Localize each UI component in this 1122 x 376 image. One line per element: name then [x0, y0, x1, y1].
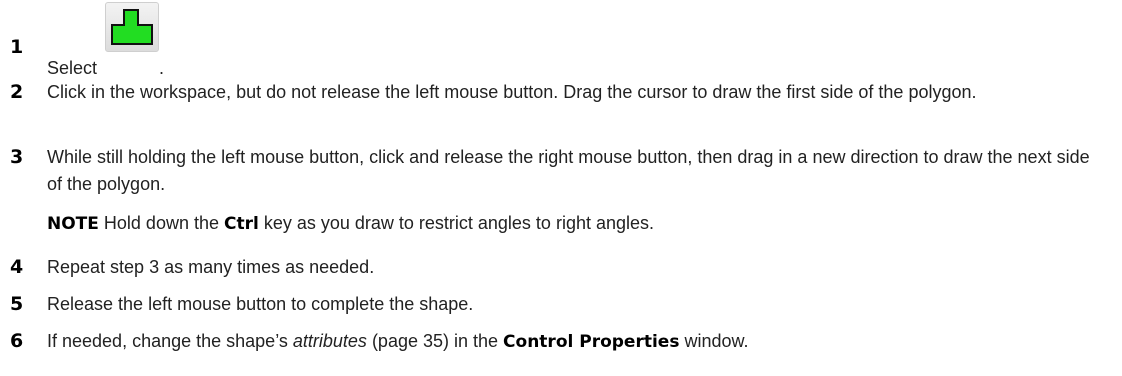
control-properties-label: Control Properties [503, 332, 680, 352]
note: NOTE Hold down the Ctrl key as you draw … [47, 210, 1107, 238]
step-1-period: . [159, 58, 165, 78]
step-text: Select . [47, 2, 1107, 82]
step-number: 1 [10, 36, 24, 58]
polygon-tool-button[interactable] [105, 2, 160, 52]
step-6-text-before: If needed, change the shape’s [47, 331, 293, 351]
attributes-link[interactable]: attributes [293, 331, 367, 351]
step-number: 2 [10, 81, 24, 103]
step-number: 4 [10, 256, 24, 278]
page-reference: (page 35) [371, 331, 449, 351]
step-text: Repeat step 3 as many times as needed. [47, 257, 375, 277]
note-text-before: Hold down the [103, 213, 224, 233]
step-number: 3 [10, 146, 24, 168]
note-label: NOTE [47, 214, 99, 234]
step-1-text: Select [47, 58, 98, 78]
polygon-tool-icon [111, 9, 154, 45]
step-text: If needed, change the shape’s attributes… [47, 328, 1107, 356]
step-number: 6 [10, 330, 24, 352]
step-text: Release the left mouse button to complet… [47, 294, 474, 314]
step-1: 1 Select . [0, 0, 1122, 78]
step-6-text-middle: in the [449, 331, 504, 351]
note-key: Ctrl [223, 214, 259, 234]
note-text-after: key as you draw to restrict angles to ri… [258, 213, 655, 233]
step-text: Click in the workspace, but do not relea… [47, 82, 977, 102]
step-number: 5 [10, 293, 24, 315]
step-text: While still holding the left mouse butto… [47, 147, 1090, 194]
step-6-text-after: window. [679, 331, 749, 351]
